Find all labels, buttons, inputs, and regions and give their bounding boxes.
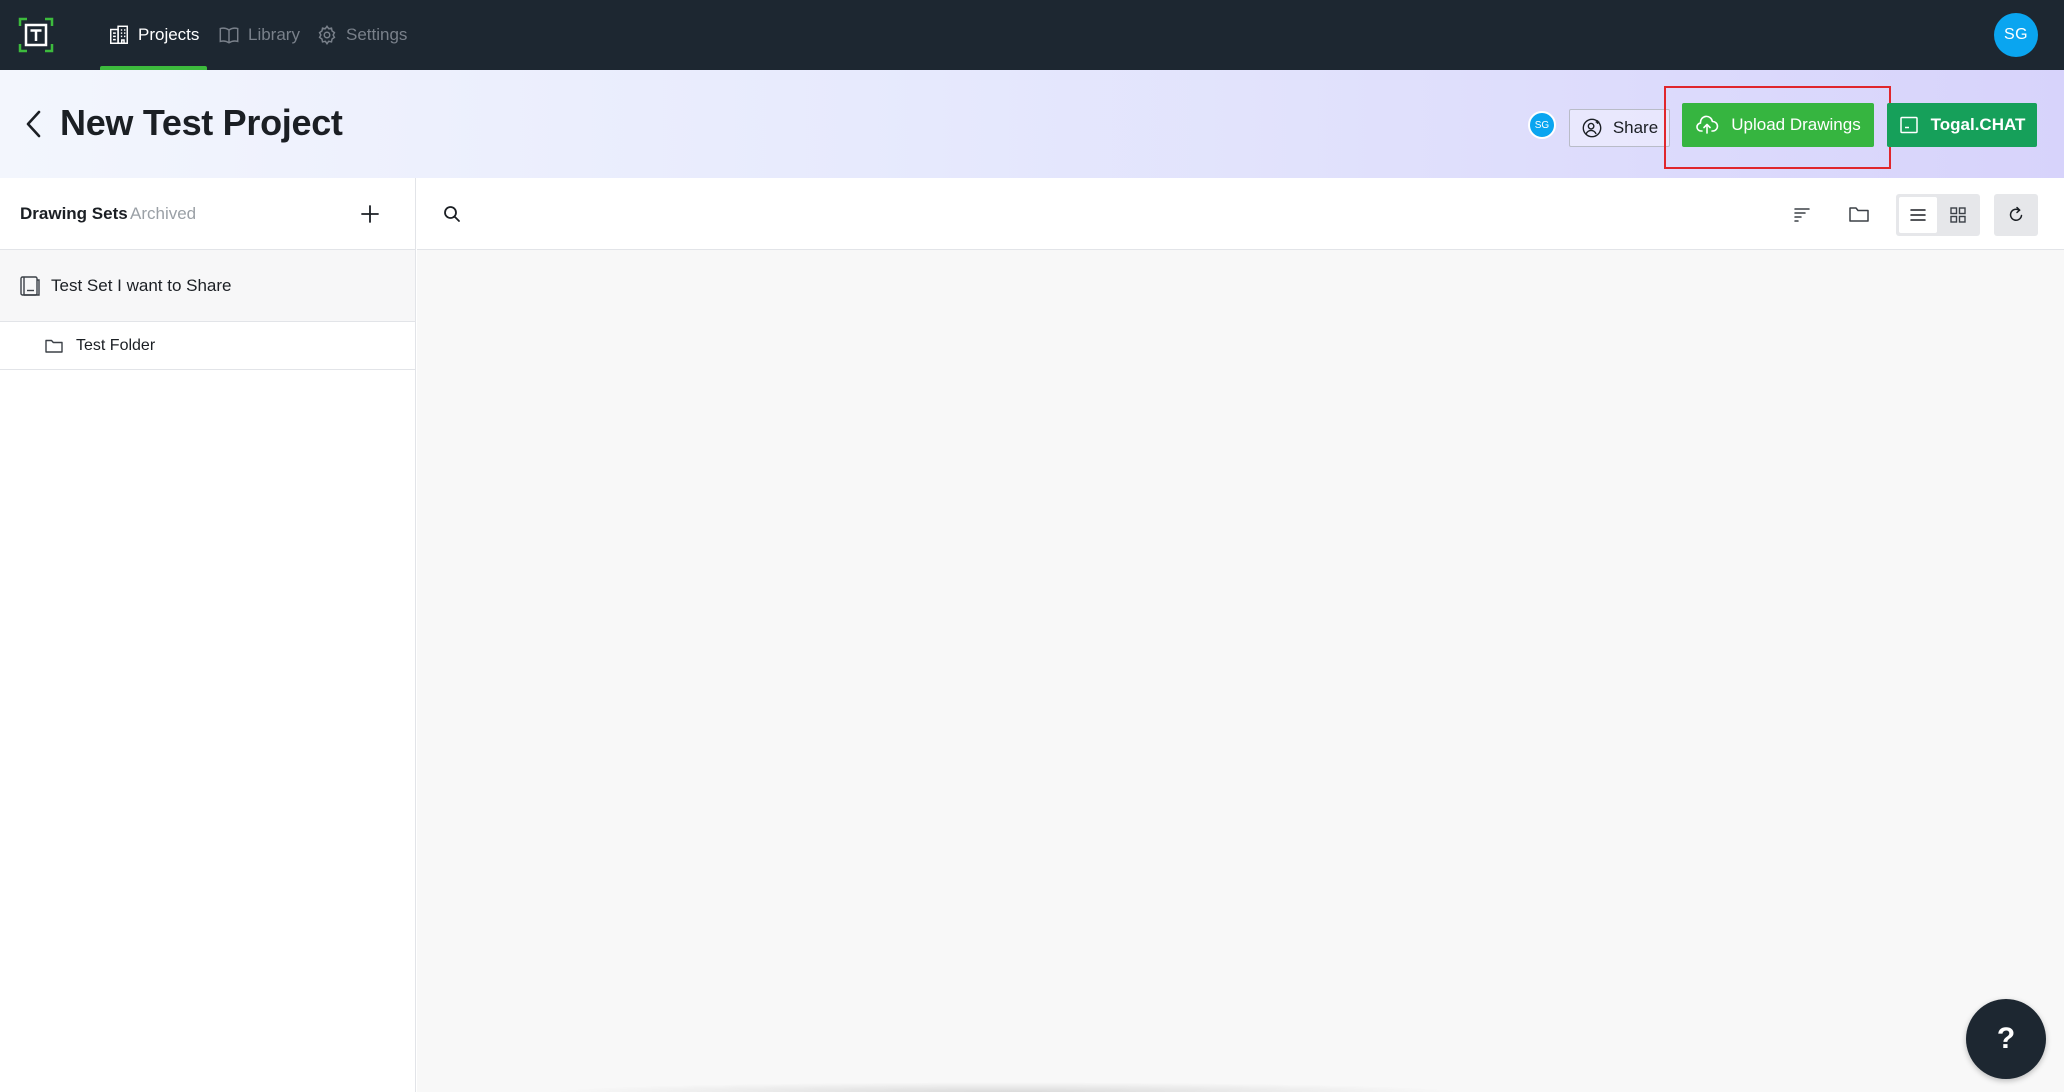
list-view-button[interactable] [1899,197,1937,233]
drawing-set-item[interactable]: Test Set I want to Share [0,250,415,322]
tab-drawing-sets[interactable]: Drawing Sets [20,204,128,224]
user-avatar[interactable]: SG [1994,13,2038,57]
nav-item-label: Projects [138,25,200,44]
search-icon[interactable] [442,204,462,224]
building-icon [110,25,128,44]
nav-item-label: Settings [346,25,408,44]
back-arrow-icon[interactable] [20,108,48,140]
sidebar-tabs: Drawing Sets Archived [0,178,415,250]
folder-item[interactable]: Test Folder [0,322,415,370]
togal-logo-icon[interactable] [18,17,54,53]
add-drawing-set-icon[interactable] [358,202,382,226]
upload-drawings-button[interactable]: Upload Drawings [1682,103,1874,147]
view-mode-toggle [1896,194,1980,236]
grid-view-button[interactable] [1939,197,1977,233]
chat-icon [1899,116,1918,134]
help-button[interactable]: ? [1966,999,2046,1079]
folder-icon[interactable] [1847,202,1871,226]
user-share-icon [1582,118,1602,138]
cloud-upload-icon [1696,115,1719,134]
nav-item-label: Library [248,25,300,44]
book-icon [219,27,239,44]
top-navigation-bar: Projects Library Settings SG [0,0,2064,70]
content-toolbar [417,178,2064,250]
drawings-content-area [417,178,2064,1092]
nav-item-projects[interactable]: Projects [99,0,208,70]
refresh-icon [2009,206,2023,221]
list-icon [1910,209,1926,221]
togal-chat-label: Togal.CHAT [1930,115,2026,134]
nav-item-settings[interactable]: Settings [316,0,407,70]
folder-label: Test Folder [76,337,156,354]
project-member-avatar[interactable]: SG [1528,111,1556,139]
drawing-sets-sidebar: Drawing Sets Archived Test Set I want to… [0,178,416,1092]
refresh-button[interactable] [1994,194,2038,236]
page-title: New Test Project [60,102,343,143]
share-button-label: Share [1612,118,1659,137]
share-button[interactable]: Share [1569,109,1670,147]
gear-icon [318,25,336,45]
togal-chat-button[interactable]: Togal.CHAT [1887,103,2037,147]
sort-icon[interactable] [1790,202,1814,226]
upload-drawings-label: Upload Drawings [1731,115,1861,134]
folder-icon [45,339,63,353]
tab-archived[interactable]: Archived [130,204,196,224]
panel-shadow [547,1082,1467,1092]
drawing-set-icon [20,276,40,296]
nav-item-library[interactable]: Library [218,0,300,70]
drawing-set-label: Test Set I want to Share [51,276,232,295]
grid-icon [1950,207,1966,223]
